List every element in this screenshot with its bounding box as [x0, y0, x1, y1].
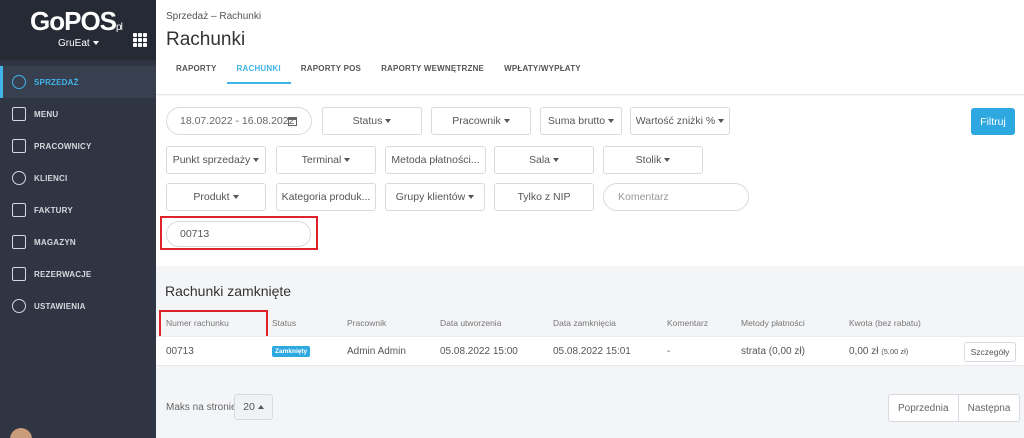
sidebar-item-sprzedaz[interactable]: SPRZEDAŻ [0, 66, 156, 98]
filter-button[interactable]: Filtruj [971, 108, 1015, 135]
point-of-sale-filter[interactable]: Punkt sprzedaży [166, 146, 266, 174]
calendar-icon [288, 117, 297, 126]
payment-method-filter[interactable]: Metoda płatności... [385, 146, 486, 174]
closed-cell: 05.08.2022 15:01 [553, 345, 631, 357]
logo-area: GoPOSpl GruEat [0, 0, 156, 60]
comment-cell: - [667, 345, 671, 357]
page-title: Rachunki [166, 29, 246, 50]
sidebar-item-faktury[interactable]: FAKTURY [0, 194, 156, 226]
pagination: Poprzednia Następna [888, 394, 1021, 422]
date-range-picker[interactable]: 18.07.2022 - 16.08.2022 [166, 107, 312, 135]
settings-gear-icon [12, 299, 26, 313]
details-button[interactable]: Szczegóły [964, 342, 1016, 362]
chevron-down-icon [718, 119, 725, 123]
invoice-icon [12, 203, 26, 217]
closed-bills-title: Rachunki zamknięte [165, 283, 292, 299]
employee-cell: Admin Admin [347, 345, 406, 357]
chevron-down-icon [253, 158, 260, 162]
gopos-logo[interactable]: GoPOSpl [30, 6, 123, 37]
terminal-filter[interactable]: Terminal [276, 146, 376, 174]
col-created[interactable]: Data utworzenia [440, 310, 501, 336]
col-status[interactable]: Status [272, 310, 296, 336]
chevron-down-icon [92, 41, 99, 46]
employees-icon [12, 139, 26, 153]
chevron-down-icon [468, 195, 475, 199]
table-row[interactable]: 00713 Zamknięty Admin Admin 05.08.2022 1… [156, 336, 1024, 366]
breadcrumb: Sprzedaż – Rachunki [166, 11, 261, 22]
discount-value-filter[interactable]: Wartość zniżki % [630, 107, 730, 135]
menu-book-icon [12, 107, 26, 121]
chevron-down-icon [385, 119, 392, 123]
warehouse-icon [12, 235, 26, 249]
room-filter[interactable]: Sala [494, 146, 594, 174]
next-page-button[interactable]: Następna [957, 395, 1020, 421]
org-switcher[interactable]: GruEat [58, 38, 99, 49]
chevron-down-icon [344, 158, 351, 162]
tab-raporty-wewnetrzne[interactable]: RAPORTY WEWNĘTRZNE [371, 56, 494, 84]
closed-bills-table: Numer rachunku Status Pracownik Data utw… [156, 310, 1024, 366]
prev-page-button[interactable]: Poprzednia [889, 395, 958, 421]
bill-number[interactable]: 00713 [166, 337, 194, 365]
status-cell: Zamknięty [272, 337, 311, 365]
chevron-down-icon [503, 119, 510, 123]
reservations-icon [12, 267, 26, 281]
client-groups-filter[interactable]: Grupy klientów [385, 183, 485, 211]
chevron-down-icon [664, 158, 671, 162]
per-page-label: Maks na stronie [166, 402, 237, 413]
payment-cell: strata (0,00 zł) [741, 345, 805, 357]
created-cell: 05.08.2022 15:00 [440, 345, 518, 357]
chevron-down-icon [608, 119, 615, 123]
table-header: Numer rachunku Status Pracownik Data utw… [156, 310, 1024, 336]
avatar[interactable] [10, 428, 32, 438]
product-filter[interactable]: Produkt [166, 183, 266, 211]
employee-filter[interactable]: Pracownik [431, 107, 531, 135]
col-amount[interactable]: Kwota (bez rabatu) [849, 310, 921, 336]
breadcrumb-separator: – [211, 11, 217, 22]
nip-only-toggle[interactable]: Tylko z NIP [494, 183, 594, 211]
breadcrumb-current: Rachunki [219, 11, 262, 22]
col-closed[interactable]: Data zamknięcia [553, 310, 616, 336]
tab-wplaty-wyplaty[interactable]: WPŁATY/WYPŁATY [494, 56, 591, 84]
apps-grid-icon[interactable] [133, 33, 147, 47]
status-badge: Zamknięty [272, 345, 311, 357]
gross-sum-filter[interactable]: Suma brutto [540, 107, 622, 135]
col-employee[interactable]: Pracownik [347, 310, 386, 336]
comment-input[interactable]: Komentarz [603, 183, 749, 211]
chevron-down-icon [553, 158, 559, 162]
chevron-down-icon [232, 195, 239, 199]
col-comment[interactable]: Komentarz [667, 310, 708, 336]
tab-raporty-pos[interactable]: RAPORTY POS [291, 56, 371, 84]
sidebar-item-klienci[interactable]: KLIENCI [0, 162, 156, 194]
sidebar-item-menu[interactable]: MENU [0, 98, 156, 130]
per-page-select[interactable]: 20 [234, 394, 273, 420]
breadcrumb-parent[interactable]: Sprzedaż [166, 11, 208, 22]
sidebar-item-ustawienia[interactable]: USTAWIENIA [0, 290, 156, 322]
sidebar-item-magazyn[interactable]: MAGAZYN [0, 226, 156, 258]
tab-raporty[interactable]: RAPORTY [166, 56, 227, 84]
col-payment-methods[interactable]: Metody płatności [741, 310, 805, 336]
amount-before-discount: (5,00 zł) [881, 346, 909, 356]
sidebar-nav: SPRZEDAŻ MENU PRACOWNICY KLIENCI FAKTURY… [0, 66, 156, 322]
page-header: Sprzedaż – Rachunki Rachunki RAPORTY RAC… [156, 0, 1024, 95]
amount-cell: 0,00 zł (5,00 zł) [849, 345, 909, 357]
sidebar-item-rezerwacje[interactable]: REZERWACJE [0, 258, 156, 290]
highlight-box-search [160, 216, 318, 250]
clients-icon [12, 171, 26, 185]
chevron-up-icon [257, 405, 264, 409]
table-filter[interactable]: Stolik [603, 146, 703, 174]
product-category-filter[interactable]: Kategoria produk... [276, 183, 376, 211]
col-bill-number[interactable]: Numer rachunku [166, 310, 229, 336]
sidebar-item-pracownicy[interactable]: PRACOWNICY [0, 130, 156, 162]
sidebar: GoPOSpl GruEat SPRZEDAŻ MENU PRACOWNICY … [0, 0, 156, 438]
status-filter[interactable]: Status [322, 107, 422, 135]
pie-chart-icon [12, 75, 26, 89]
tab-rachunki[interactable]: RACHUNKI [226, 56, 291, 84]
tab-bar: RAPORTY RACHUNKI RAPORTY POS RAPORTY WEW… [166, 56, 591, 84]
